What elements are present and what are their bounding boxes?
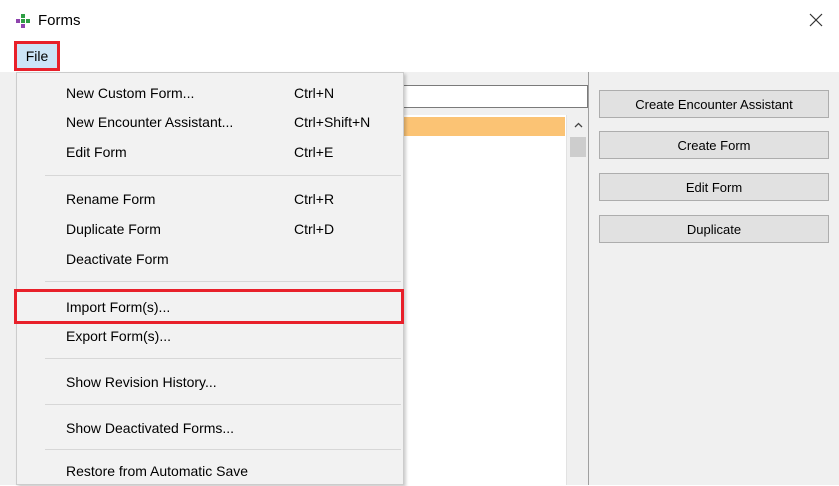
button-label: Edit Form	[685, 179, 743, 195]
button-label: Duplicate	[686, 221, 742, 237]
menu-item-label: Show Deactivated Forms...	[66, 420, 235, 436]
scroll-up-button[interactable]	[567, 115, 589, 135]
file-menu-label: File	[25, 48, 49, 64]
menu-item-new-encounter-assistant[interactable]: New Encounter Assistant... Ctrl+Shift+N	[17, 109, 403, 137]
menu-item-rename-form[interactable]: Rename Form Ctrl+R	[17, 186, 403, 214]
menu-item-show-revision-history[interactable]: Show Revision History...	[17, 369, 403, 397]
menu-separator	[45, 404, 401, 405]
edit-form-button[interactable]: Edit Form	[599, 173, 829, 201]
menu-item-shortcut: Ctrl+Shift+N	[294, 114, 371, 130]
file-dropdown-menu: New Custom Form... Ctrl+N New Encounter …	[16, 72, 404, 485]
search-input[interactable]	[397, 85, 588, 108]
menu-separator	[45, 175, 401, 176]
menu-item-edit-form[interactable]: Edit Form Ctrl+E	[17, 139, 403, 167]
button-label: Create Form	[677, 137, 751, 153]
close-icon	[809, 13, 823, 27]
menu-item-shortcut: Ctrl+D	[294, 221, 335, 237]
menu-item-label: Export Form(s)...	[66, 328, 172, 344]
file-menu-button[interactable]: File	[14, 41, 60, 71]
menu-separator	[45, 358, 401, 359]
menu-item-restore-from-automatic-save[interactable]: Restore from Automatic Save	[17, 458, 403, 486]
forms-app-icon	[16, 14, 30, 28]
menu-item-label: Duplicate Form	[66, 221, 161, 237]
menu-item-import-forms[interactable]: Import Form(s)...	[17, 294, 403, 322]
title-bar: Forms	[0, 0, 839, 40]
menu-item-label: Deactivate Form	[66, 251, 169, 267]
menu-item-shortcut: Ctrl+N	[294, 85, 335, 101]
menu-item-shortcut: Ctrl+R	[294, 191, 335, 207]
menu-item-label: Import Form(s)...	[66, 299, 171, 315]
button-label: Create Encounter Assistant	[635, 96, 793, 112]
menu-item-label: New Custom Form...	[66, 85, 195, 101]
menu-item-show-deactivated-forms[interactable]: Show Deactivated Forms...	[17, 415, 403, 443]
list-item-selected[interactable]	[397, 117, 565, 136]
list-scrollbar[interactable]	[566, 115, 588, 485]
duplicate-button[interactable]: Duplicate	[599, 215, 829, 243]
menu-separator	[45, 449, 401, 450]
close-button[interactable]	[793, 0, 839, 40]
menu-item-shortcut: Ctrl+E	[294, 144, 334, 160]
create-encounter-assistant-button[interactable]: Create Encounter Assistant	[599, 90, 829, 118]
menu-item-label: Restore from Automatic Save	[66, 463, 249, 479]
menu-item-deactivate-form[interactable]: Deactivate Form	[17, 246, 403, 274]
menu-separator	[45, 281, 401, 282]
menu-item-export-forms[interactable]: Export Form(s)...	[17, 323, 403, 351]
menu-item-label: Edit Form	[66, 144, 127, 160]
create-form-button[interactable]: Create Form	[599, 131, 829, 159]
menu-item-new-custom-form[interactable]: New Custom Form... Ctrl+N	[17, 80, 403, 108]
window-title: Forms	[38, 12, 81, 29]
menu-item-label: Rename Form	[66, 191, 156, 207]
menu-item-duplicate-form[interactable]: Duplicate Form Ctrl+D	[17, 216, 403, 244]
menu-bar	[0, 40, 839, 72]
menu-item-label: Show Revision History...	[66, 374, 217, 390]
chevron-up-icon	[574, 122, 582, 128]
scroll-thumb[interactable]	[570, 137, 586, 157]
menu-item-label: New Encounter Assistant...	[66, 114, 234, 130]
forms-list[interactable]	[397, 115, 589, 485]
action-panel: Create Encounter Assistant Create Form E…	[589, 72, 839, 485]
